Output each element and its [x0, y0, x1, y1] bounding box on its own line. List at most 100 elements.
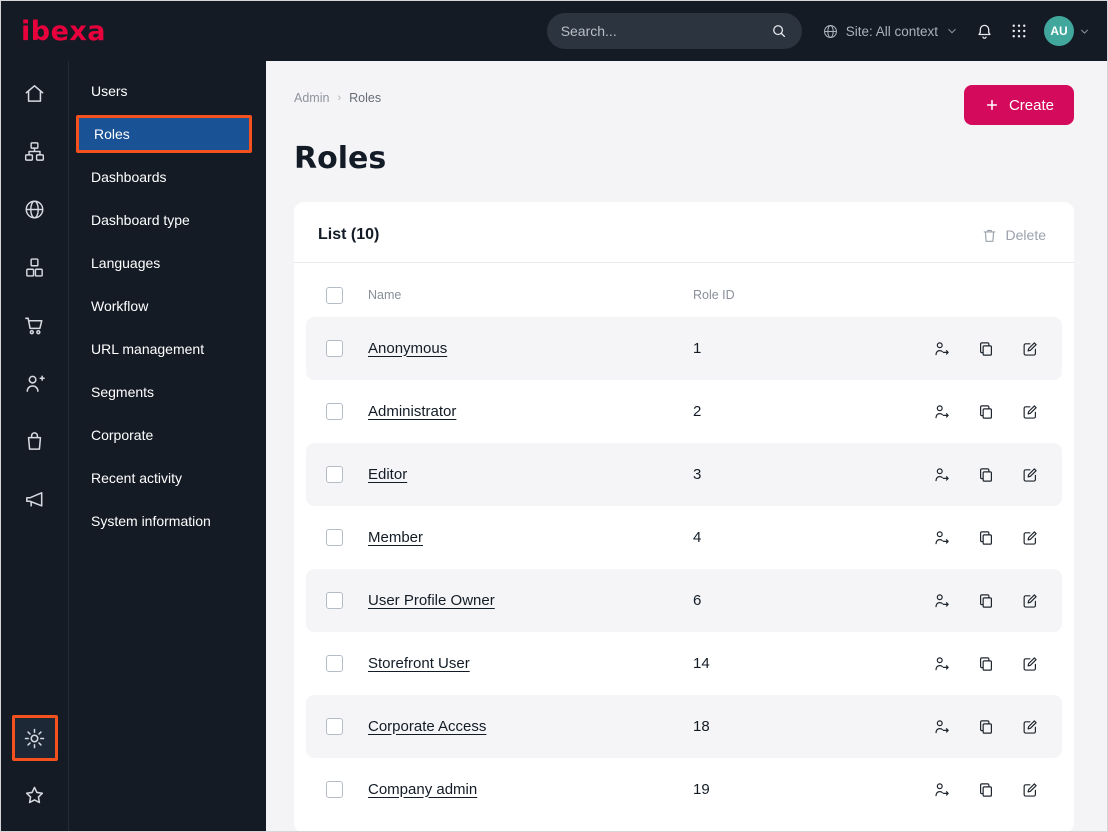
user-menu[interactable]: AU — [1044, 16, 1091, 46]
sidebar-item-system-information[interactable]: System information — [69, 499, 266, 542]
sidebar-item-users[interactable]: Users — [69, 69, 266, 112]
edit-icon — [1023, 341, 1037, 356]
assign-role-button[interactable] — [932, 339, 952, 359]
role-id-cell: 6 — [693, 592, 702, 609]
row-checkbox[interactable] — [326, 655, 343, 672]
copy-role-button[interactable] — [976, 654, 996, 674]
copy-role-button[interactable] — [976, 465, 996, 485]
column-header-name: Name — [368, 288, 402, 302]
list-card-header: List (10) Delete — [294, 202, 1074, 263]
edit-icon — [1023, 782, 1037, 797]
role-id-cell: 2 — [693, 403, 702, 420]
row-checkbox[interactable] — [326, 718, 343, 735]
role-name-link[interactable]: Company admin — [368, 781, 477, 798]
rail-site-button[interactable] — [11, 185, 59, 233]
row-checkbox[interactable] — [326, 466, 343, 483]
rail-content-tree-button[interactable] — [11, 127, 59, 175]
sidebar-item-url-management[interactable]: URL management — [69, 327, 266, 370]
sidebar-item-roles[interactable]: Roles — [76, 115, 252, 153]
sidebar-item-segments[interactable]: Segments — [69, 370, 266, 413]
assign-role-button[interactable] — [932, 654, 952, 674]
rail-product-catalog-button[interactable] — [11, 243, 59, 291]
table-row: Corporate Access 18 — [306, 695, 1062, 758]
site-context-selector[interactable]: Site: All context — [822, 23, 959, 40]
role-name-link[interactable]: Editor — [368, 466, 407, 483]
edit-role-button[interactable] — [1020, 402, 1040, 422]
copy-icon — [980, 656, 992, 671]
assign-user-icon — [935, 656, 949, 670]
rail-admin-settings-button[interactable] — [11, 715, 58, 761]
role-name-link[interactable]: User Profile Owner — [368, 592, 495, 609]
role-name-link[interactable]: Member — [368, 529, 423, 546]
breadcrumb-separator-icon: › — [337, 92, 342, 104]
copy-role-button[interactable] — [976, 339, 996, 359]
role-name-link[interactable]: Anonymous — [368, 340, 447, 357]
rail-bookmarks-button[interactable] — [11, 771, 59, 819]
customers-icon — [26, 375, 45, 392]
row-checkbox[interactable] — [326, 781, 343, 798]
edit-role-button[interactable] — [1020, 717, 1040, 737]
search-input[interactable] — [560, 23, 762, 39]
role-id-cell: 19 — [693, 781, 710, 798]
edit-role-button[interactable] — [1020, 591, 1040, 611]
site-context-label: Site: All context — [845, 23, 938, 39]
role-name-link[interactable]: Administrator — [368, 403, 456, 420]
breadcrumb-admin[interactable]: Admin — [294, 91, 329, 105]
assign-role-button[interactable] — [932, 591, 952, 611]
copy-icon — [980, 719, 992, 734]
copy-icon — [980, 782, 992, 797]
search-icon[interactable] — [770, 22, 788, 40]
assign-role-button[interactable] — [932, 780, 952, 800]
copy-role-button[interactable] — [976, 717, 996, 737]
assign-user-icon — [935, 719, 949, 733]
chevron-down-icon — [1078, 25, 1091, 38]
row-checkbox[interactable] — [326, 529, 343, 546]
assign-role-button[interactable] — [932, 465, 952, 485]
assign-role-button[interactable] — [932, 528, 952, 548]
copy-role-button[interactable] — [976, 402, 996, 422]
sidebar-item-dashboard-type[interactable]: Dashboard type — [69, 198, 266, 241]
edit-icon — [1023, 719, 1037, 734]
assign-role-button[interactable] — [932, 402, 952, 422]
edit-role-button[interactable] — [1020, 654, 1040, 674]
global-search — [546, 13, 802, 49]
edit-icon — [1023, 530, 1037, 545]
edit-role-button[interactable] — [1020, 528, 1040, 548]
rail-customers-button[interactable] — [11, 359, 59, 407]
create-button[interactable]: Create — [963, 85, 1074, 125]
shopping-cart-icon — [25, 317, 43, 334]
main-header-row: Admin › Roles Create — [294, 85, 1074, 125]
apps-menu-button[interactable] — [1010, 22, 1028, 40]
role-name-link[interactable]: Corporate Access — [368, 718, 486, 735]
row-checkbox[interactable] — [326, 340, 343, 357]
row-checkbox[interactable] — [326, 403, 343, 420]
sidebar-item-dashboards[interactable]: Dashboards — [69, 155, 266, 198]
row-checkbox[interactable] — [326, 592, 343, 609]
notifications-button[interactable] — [975, 22, 994, 41]
page-title: Roles — [294, 141, 387, 176]
role-name-link[interactable]: Storefront User — [368, 655, 470, 672]
sidebar-item-workflow[interactable]: Workflow — [69, 284, 266, 327]
rail-commerce-button[interactable] — [11, 301, 59, 349]
sidebar-item-languages[interactable]: Languages — [69, 241, 266, 284]
role-id-cell: 3 — [693, 466, 702, 483]
select-all-checkbox[interactable] — [326, 286, 343, 304]
sidebar-item-recent-activity[interactable]: Recent activity — [69, 456, 266, 499]
delete-button-label: Delete — [1005, 227, 1046, 243]
rail-marketing-button[interactable] — [11, 475, 59, 523]
edit-role-button[interactable] — [1020, 780, 1040, 800]
copy-role-button[interactable] — [976, 780, 996, 800]
rail-home-button[interactable] — [11, 69, 59, 117]
edit-role-button[interactable] — [1020, 339, 1040, 359]
table-row: User Profile Owner 6 — [306, 569, 1062, 632]
sidebar-item-corporate[interactable]: Corporate — [69, 413, 266, 456]
copy-role-button[interactable] — [976, 591, 996, 611]
assign-role-button[interactable] — [932, 717, 952, 737]
ibexa-logo[interactable]: ibexa — [21, 16, 106, 47]
rail-orders-button[interactable] — [11, 417, 59, 465]
copy-role-button[interactable] — [976, 528, 996, 548]
roles-list-card: List (10) Delete Name Role ID Anonymous — [294, 202, 1074, 831]
copy-icon — [980, 341, 992, 356]
edit-role-button[interactable] — [1020, 465, 1040, 485]
delete-button[interactable]: Delete — [981, 227, 1046, 244]
